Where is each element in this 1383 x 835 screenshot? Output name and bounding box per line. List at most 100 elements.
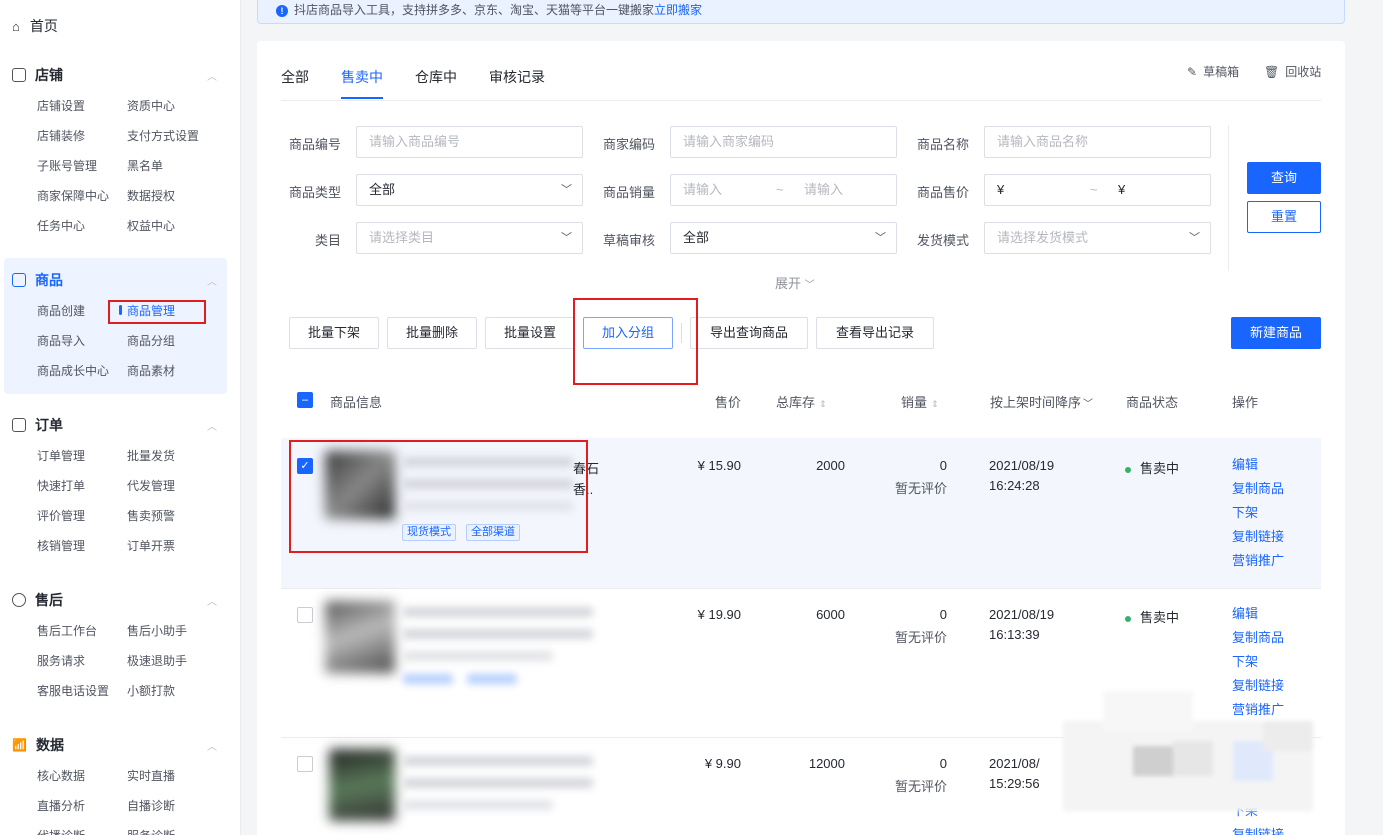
batch-settings-button[interactable]: 批量设置 — [485, 317, 575, 349]
sidebar: ⌂ 首页 店铺 ︿ 店铺设置 资质中心 店铺装修 支付方式设置 子账号管理 黑名单… — [0, 0, 241, 835]
tab-all[interactable]: 全部 — [281, 67, 309, 87]
sidebar-item[interactable]: 子账号管理 — [37, 157, 97, 174]
sidebar-item[interactable]: 小额打款 — [127, 682, 175, 699]
recycle-bin-button[interactable]: 🗑 回收站 — [1264, 63, 1321, 80]
sidebar-home[interactable]: ⌂ 首页 — [12, 16, 58, 36]
migrate-link[interactable]: 立即搬家 — [654, 3, 702, 17]
sidebar-item[interactable]: 订单开票 — [127, 537, 175, 554]
sidebar-item[interactable]: 商品导入 — [37, 332, 85, 349]
copy-url-link[interactable]: 复制链接 — [1232, 823, 1284, 835]
expand-toggle[interactable]: 展开 ﹀ — [775, 273, 815, 292]
sidebar-item[interactable]: 权益中心 — [127, 217, 175, 234]
filter-label: 商家编码 — [602, 137, 655, 152]
row-checkbox[interactable] — [297, 756, 313, 772]
sidebar-item[interactable]: 任务中心 — [37, 217, 85, 234]
sidebar-item[interactable]: 快速打单 — [37, 477, 85, 494]
sidebar-item[interactable]: 极速退助手 — [127, 652, 187, 669]
copy-url-link[interactable]: 复制链接 — [1232, 525, 1284, 549]
chevron-up-icon[interactable]: ︿ — [207, 593, 217, 608]
query-button[interactable]: 查询 — [1247, 162, 1321, 194]
offshelf-link[interactable]: 下架 — [1232, 650, 1284, 674]
sidebar-item[interactable]: 数据授权 — [127, 187, 175, 204]
sort-icon: ⇕ — [931, 399, 939, 409]
batch-offshelf-button[interactable]: 批量下架 — [289, 317, 379, 349]
sidebar-item[interactable]: 售后小助手 — [127, 622, 187, 639]
batch-delete-button[interactable]: 批量删除 — [387, 317, 477, 349]
chevron-down-icon: ﹀ — [561, 184, 572, 196]
select-all-checkbox[interactable]: – — [297, 392, 313, 408]
sidebar-item[interactable]: 商品素材 — [127, 362, 175, 379]
sidebar-item[interactable]: 商家保障中心 — [37, 187, 109, 204]
category-select[interactable]: 请选择类目 ﹀ — [356, 222, 583, 254]
chevron-up-icon[interactable]: ︿ — [207, 738, 217, 753]
drafts-button[interactable]: ✎ 草稿箱 — [1187, 63, 1239, 80]
sidebar-section-head[interactable]: 商品 — [12, 270, 63, 290]
tab-on-sale[interactable]: 售卖中 — [341, 67, 383, 87]
chart-icon: 📶 — [12, 738, 27, 752]
sidebar-item[interactable]: 资质中心 — [127, 97, 175, 114]
price-range-input[interactable]: ¥ ~ ¥ — [984, 174, 1211, 206]
list-time: 16:24:28 — [989, 478, 1040, 493]
sidebar-item[interactable]: 实时直播 — [127, 767, 175, 784]
sidebar-item[interactable]: 核销管理 — [37, 537, 85, 554]
shop-icon — [12, 68, 26, 82]
chevron-up-icon[interactable]: ︿ — [207, 273, 217, 288]
sidebar-item[interactable]: 订单管理 — [37, 447, 85, 464]
sales-range-input[interactable]: 请输入 ~ 请输入 — [670, 174, 897, 206]
sidebar-item[interactable]: 代播诊断 — [37, 827, 85, 835]
sidebar-item[interactable]: 客服电话设置 — [37, 682, 109, 699]
shipping-mode-select[interactable]: 请选择发货模式 ﹀ — [984, 222, 1211, 254]
sidebar-section-head[interactable]: 售后 — [12, 590, 63, 610]
sidebar-section-head[interactable]: 订单 — [12, 415, 63, 435]
tab-review-records[interactable]: 审核记录 — [489, 67, 545, 87]
sidebar-item[interactable]: 直播分析 — [37, 797, 85, 814]
sidebar-item[interactable]: 售卖预警 — [127, 507, 175, 524]
copy-product-link[interactable]: 复制商品 — [1232, 626, 1284, 650]
product-type-select[interactable]: 全部 ﹀ — [356, 174, 583, 206]
copy-product-link[interactable]: 复制商品 — [1232, 477, 1284, 501]
filter-label: 发货模式 — [916, 233, 969, 248]
tab-warehouse[interactable]: 仓库中 — [415, 67, 457, 87]
sidebar-item[interactable]: 黑名单 — [127, 157, 163, 174]
col-header-sortable[interactable]: 按上架时间降序 ﹀ — [990, 392, 1093, 411]
sidebar-item[interactable]: 店铺装修 — [37, 127, 85, 144]
merchant-code-input[interactable]: 请输入商家编码 — [670, 126, 897, 158]
sidebar-item[interactable]: 商品成长中心 — [37, 362, 109, 379]
sidebar-item[interactable]: 核心数据 — [37, 767, 85, 784]
sidebar-item[interactable]: 服务诊断 — [127, 827, 175, 835]
sales: 0 — [939, 756, 947, 771]
edit-link[interactable]: 编辑 — [1232, 453, 1284, 477]
sidebar-item[interactable]: 代发管理 — [127, 477, 175, 494]
sidebar-section-head[interactable]: 📶 数据 — [12, 735, 64, 755]
sidebar-section-head[interactable]: 店铺 — [12, 65, 63, 85]
product-name-input[interactable]: 请输入商品名称 — [984, 126, 1211, 158]
sidebar-item[interactable]: 支付方式设置 — [127, 127, 199, 144]
list-time: 16:13:39 — [989, 627, 1040, 642]
sidebar-item[interactable]: 商品分组 — [127, 332, 175, 349]
promote-link[interactable]: 营销推广 — [1232, 549, 1284, 573]
sidebar-item[interactable]: 售后工作台 — [37, 622, 97, 639]
sidebar-item[interactable]: 服务请求 — [37, 652, 85, 669]
col-header-sortable[interactable]: 销量 ⇕ — [901, 392, 939, 411]
edit-link[interactable]: 编辑 — [1232, 602, 1284, 626]
stock: 12000 — [808, 756, 845, 771]
product-id-input[interactable]: 请输入商品编号 — [356, 126, 583, 158]
draft-review-select[interactable]: 全部 ﹀ — [670, 222, 897, 254]
chevron-up-icon[interactable]: ︿ — [207, 418, 217, 433]
sidebar-item[interactable]: 评价管理 — [37, 507, 85, 524]
export-query-button[interactable]: 导出查询商品 — [690, 317, 808, 349]
sidebar-item[interactable]: 商品创建 — [37, 302, 85, 319]
new-product-button[interactable]: 新建商品 — [1231, 317, 1321, 349]
col-header-sortable[interactable]: 总库存 ⇕ — [776, 392, 827, 411]
sidebar-item[interactable]: 批量发货 — [127, 447, 175, 464]
sidebar-item[interactable]: 自播诊断 — [127, 797, 175, 814]
filter-label: 草稿审核 — [602, 233, 655, 248]
filter-label: 商品编号 — [288, 137, 341, 152]
view-export-records-button[interactable]: 查看导出记录 — [816, 317, 934, 349]
offshelf-link[interactable]: 下架 — [1232, 501, 1284, 525]
sidebar-item[interactable]: 店铺设置 — [37, 97, 85, 114]
chevron-up-icon[interactable]: ︿ — [207, 68, 217, 83]
row-checkbox[interactable] — [297, 607, 313, 623]
reset-button[interactable]: 重置 — [1247, 201, 1321, 233]
stock: 6000 — [816, 607, 845, 622]
